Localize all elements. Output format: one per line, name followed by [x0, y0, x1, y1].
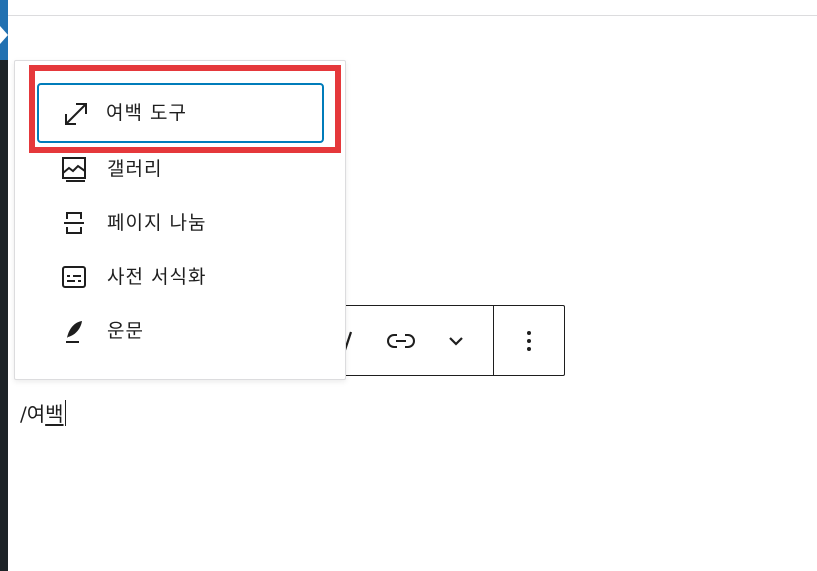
- inserter-item-label: 여백 도구: [106, 102, 187, 124]
- block-toolbar: [330, 305, 565, 376]
- more-vertical-icon: [527, 330, 531, 351]
- inserter-item-preformatted[interactable]: 사전 서식화: [15, 249, 345, 303]
- options-button[interactable]: [494, 306, 564, 375]
- text-caret: [64, 400, 66, 426]
- inserter-item-gallery[interactable]: 갤러리: [15, 141, 345, 195]
- slash-command-text: /여: [20, 402, 46, 426]
- inserter-item-label: 운문: [107, 320, 144, 342]
- link-button[interactable]: [381, 306, 421, 375]
- inserter-item-spacer[interactable]: 여백 도구: [37, 83, 324, 143]
- paragraph-block[interactable]: /여백: [20, 400, 66, 428]
- resize-diagonal-icon: [65, 103, 87, 125]
- link-icon: [387, 333, 415, 348]
- sidebar-active-notch: [0, 26, 8, 44]
- chevron-down-icon: [449, 336, 463, 346]
- inserter-item-verse[interactable]: 운문: [15, 303, 345, 357]
- ime-composing-text: 백: [45, 402, 64, 426]
- preformatted-icon: [62, 266, 86, 288]
- inserter-item-label: 사전 서식화: [107, 266, 207, 288]
- verse-feather-icon: [66, 321, 82, 343]
- editor-header-border: [8, 15, 817, 16]
- inserter-item-label: 갤러리: [107, 158, 163, 180]
- admin-sidebar-edge: [0, 0, 8, 571]
- inserter-item-label: 페이지 나눔: [107, 212, 207, 234]
- more-formatting-button[interactable]: [439, 306, 473, 375]
- page-break-icon: [64, 212, 84, 234]
- slash-inserter-popover: 여백 도구 갤러리 페이지 나눔 사전 서식화 운문: [14, 60, 346, 380]
- gallery-icon: [62, 157, 86, 182]
- inserter-item-page-break[interactable]: 페이지 나눔: [15, 195, 345, 249]
